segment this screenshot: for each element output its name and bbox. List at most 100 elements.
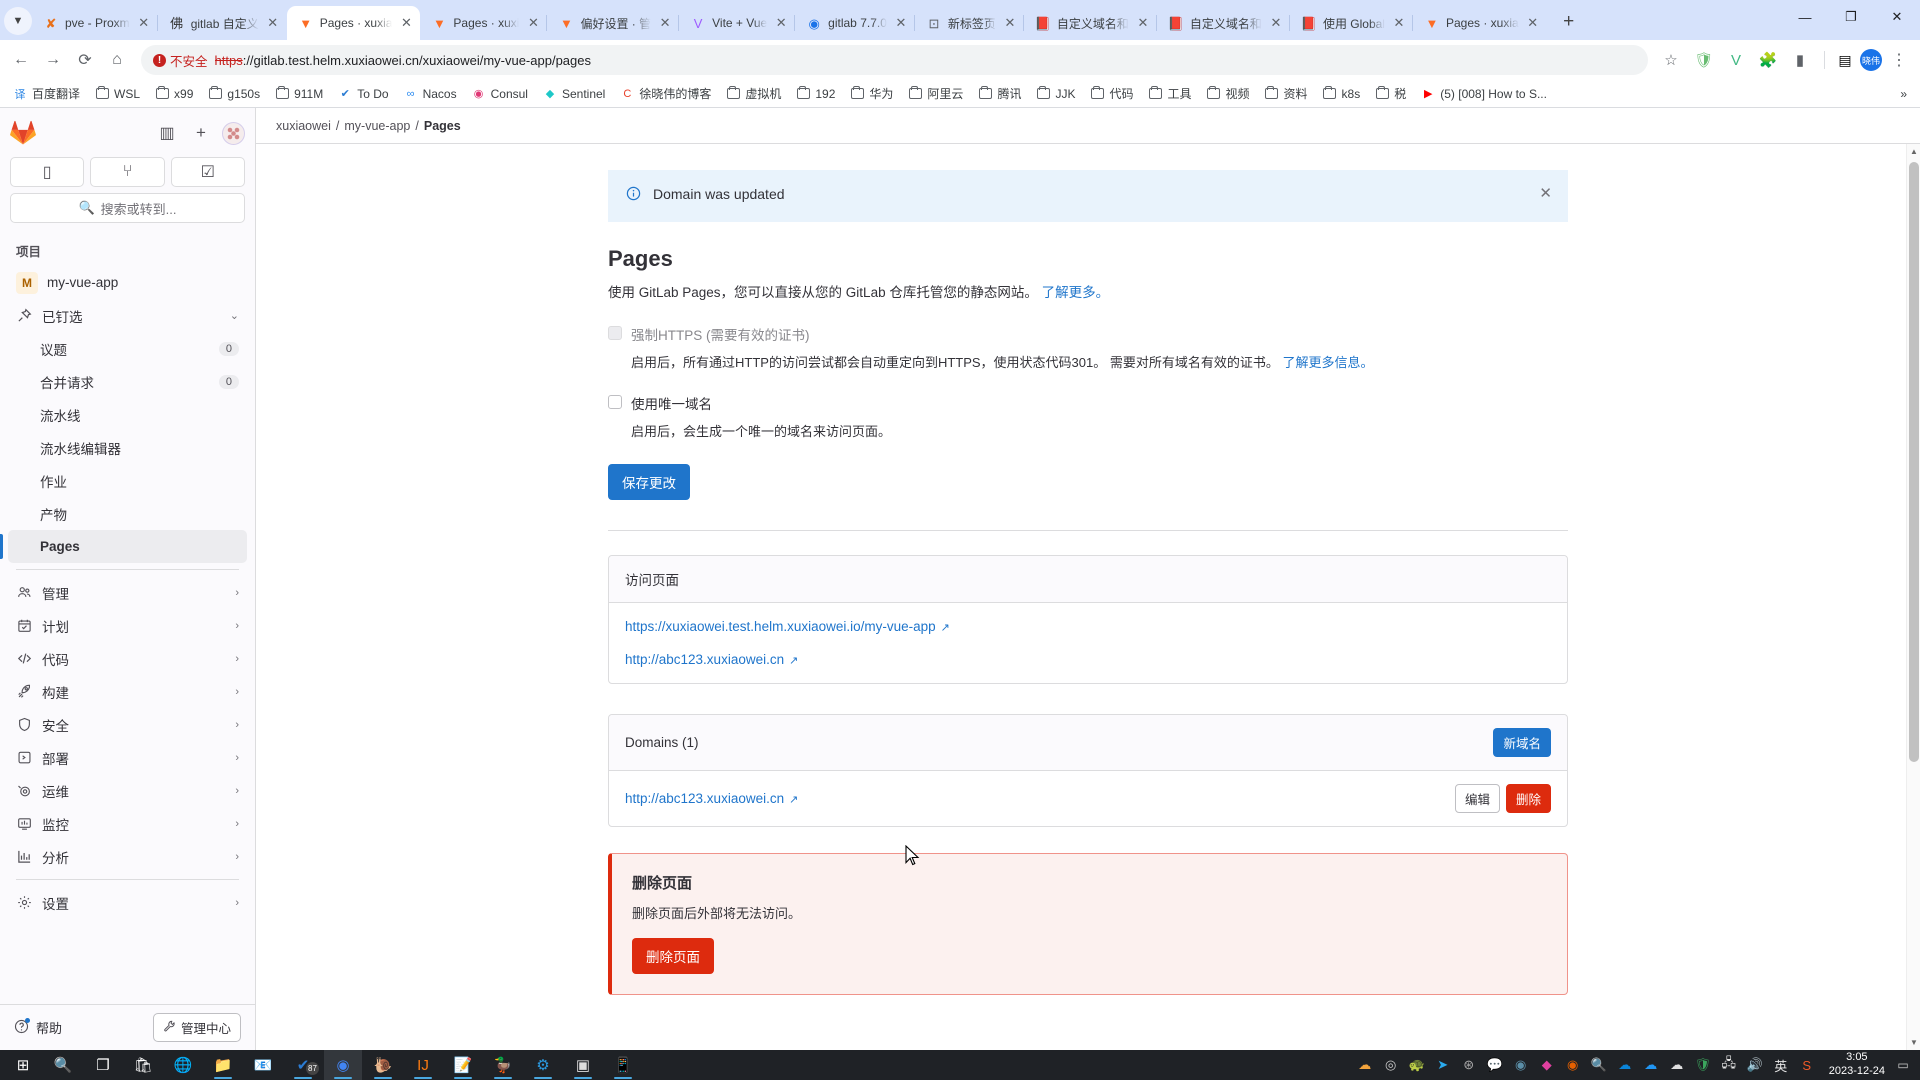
microsoft-store-icon[interactable]: 🛍: [124, 1050, 162, 1080]
sidebar-item-合并请求[interactable]: 合并请求0: [8, 365, 247, 398]
volume-icon[interactable]: 🔊: [1742, 1050, 1768, 1080]
maximize-button[interactable]: ❐: [1828, 0, 1874, 34]
new-domain-button[interactable]: 新域名: [1493, 728, 1551, 757]
bookmark-item[interactable]: 虚拟机: [719, 82, 788, 105]
browser-tab[interactable]: 佛gitlab 自定义✕: [158, 6, 287, 40]
sidebar-item-deploy[interactable]: 部署›: [8, 741, 247, 774]
adguard-shield-icon[interactable]: 🛡: [1691, 47, 1717, 73]
bookmark-item[interactable]: 资料: [1258, 82, 1315, 105]
browser-tab[interactable]: ✘pve - Proxm✕: [32, 6, 158, 40]
bookmark-item[interactable]: ▶(5) [008] How to S...: [1414, 84, 1554, 104]
browser-tab[interactable]: ▼偏好设置 · 管✕: [547, 6, 679, 40]
browser-tab[interactable]: 📕自定义域名和✕: [1024, 6, 1157, 40]
merge-requests-button[interactable]: ⑂: [90, 157, 164, 187]
sogou-input-icon[interactable]: S: [1794, 1050, 1820, 1080]
sidebar-item-产物[interactable]: 产物: [8, 497, 247, 530]
bookmark-item[interactable]: 代码: [1083, 82, 1140, 105]
navicat-icon[interactable]: 🦆: [484, 1050, 522, 1080]
page-scrollbar[interactable]: ▲ ▼: [1906, 144, 1920, 1050]
extensions-puzzle-icon[interactable]: 🧩: [1755, 47, 1781, 73]
force-https-checkbox[interactable]: [608, 326, 622, 340]
sidebar-item-shield[interactable]: 安全›: [8, 708, 247, 741]
file-explorer-icon[interactable]: 📁: [204, 1050, 242, 1080]
camera-icon[interactable]: ◎: [1378, 1050, 1404, 1080]
bookmark-item[interactable]: JJK: [1029, 84, 1082, 104]
search-icon[interactable]: 🔍: [44, 1050, 82, 1080]
learn-more-link[interactable]: 了解更多。: [1042, 285, 1110, 300]
bookmark-item[interactable]: 阿里云: [901, 82, 970, 105]
bookmark-item[interactable]: g150s: [201, 84, 267, 104]
bookmark-star-icon[interactable]: ☆: [1657, 46, 1685, 74]
not-secure-indicator[interactable]: ! 不安全: [153, 51, 208, 70]
telegram-icon[interactable]: ➤: [1430, 1050, 1456, 1080]
snail-icon[interactable]: 🐌: [364, 1050, 402, 1080]
bookmark-item[interactable]: ◆Sentinel: [536, 84, 612, 104]
create-new-icon[interactable]: +: [188, 120, 214, 146]
steam-icon[interactable]: ◉: [1508, 1050, 1534, 1080]
scroll-down-arrow[interactable]: ▼: [1910, 1038, 1918, 1047]
help-button[interactable]: 帮助: [14, 1018, 62, 1037]
browser-tab[interactable]: ⊡新标签页✕: [915, 6, 1024, 40]
editor-icon[interactable]: 📝: [444, 1050, 482, 1080]
browser-tab[interactable]: ▼Pages · xuxia✕: [287, 6, 421, 40]
tab-close-icon[interactable]: ✕: [893, 15, 909, 31]
everything-search-icon[interactable]: 🔍: [1586, 1050, 1612, 1080]
bookmark-item[interactable]: ∞Nacos: [397, 84, 464, 104]
sidebar-item-settings[interactable]: 设置 ›: [8, 886, 247, 919]
scroll-up-arrow[interactable]: ▲: [1910, 147, 1918, 156]
close-button[interactable]: ✕: [1874, 0, 1920, 34]
sidebar-item-rocket[interactable]: 构建›: [8, 675, 247, 708]
browser-tab[interactable]: ◉gitlab 7.7.0✕: [795, 6, 915, 40]
bookmark-item[interactable]: 工具: [1141, 82, 1198, 105]
bookmark-item[interactable]: x99: [148, 84, 200, 104]
bookmarks-overflow-button[interactable]: »: [1893, 84, 1914, 104]
bookmark-item[interactable]: ✔To Do: [331, 84, 395, 104]
sidebar-search-button[interactable]: 🔍 搜索或转到...: [10, 193, 245, 223]
intellij-idea-icon[interactable]: IJ: [404, 1050, 442, 1080]
ditto-icon[interactable]: ◆: [1534, 1050, 1560, 1080]
bookmark-item[interactable]: C徐晓伟的博客: [613, 82, 718, 105]
tab-close-icon[interactable]: ✕: [1135, 15, 1151, 31]
network-icon[interactable]: 🖧: [1716, 1050, 1742, 1080]
browser-tab[interactable]: 📕使用 Global✕: [1290, 6, 1413, 40]
sidebar-item-project[interactable]: M my-vue-app: [8, 266, 247, 299]
onedrive-blue-icon[interactable]: ☁: [1612, 1050, 1638, 1080]
edge-icon[interactable]: 🌐: [164, 1050, 202, 1080]
wechat-icon[interactable]: 💬: [1482, 1050, 1508, 1080]
onedrive-blue2-icon[interactable]: ☁: [1638, 1050, 1664, 1080]
bookmark-item[interactable]: 192: [789, 84, 842, 104]
tab-close-icon[interactable]: ✕: [265, 15, 281, 31]
onedrive-sync-icon[interactable]: ☁: [1352, 1050, 1378, 1080]
chrome-icon[interactable]: ◉: [324, 1050, 362, 1080]
bookmark-item[interactable]: k8s: [1316, 84, 1368, 104]
save-changes-button[interactable]: 保存更改: [608, 464, 690, 500]
vue-devtools-icon[interactable]: V: [1723, 47, 1749, 73]
todos-button[interactable]: ☑: [171, 157, 245, 187]
browser-tab[interactable]: VVite + Vue✕: [679, 6, 795, 40]
back-button[interactable]: ←: [6, 45, 36, 75]
onedrive-grey-icon[interactable]: ☁: [1664, 1050, 1690, 1080]
sidebar-item-流水线[interactable]: 流水线: [8, 398, 247, 431]
access-url-link[interactable]: https://xuxiaowei.test.helm.xuxiaowei.io…: [625, 619, 936, 634]
tab-close-icon[interactable]: ✕: [136, 15, 152, 31]
yy-icon[interactable]: ⊛: [1456, 1050, 1482, 1080]
issues-button[interactable]: ▯: [10, 157, 84, 187]
side-panel-icon[interactable]: ▮: [1787, 47, 1813, 73]
address-bar[interactable]: ! 不安全 https://gitlab.test.helm.xuxiaowei…: [141, 45, 1648, 75]
tab-close-icon[interactable]: ✕: [1525, 15, 1541, 31]
unique-domain-checkbox[interactable]: [608, 395, 622, 409]
sidebar-item-chart[interactable]: 分析›: [8, 840, 247, 873]
breadcrumb-group[interactable]: xuxiaowei: [276, 119, 331, 133]
tab-close-icon[interactable]: ✕: [1002, 15, 1018, 31]
breadcrumb-project[interactable]: my-vue-app: [344, 119, 410, 133]
bookmark-item[interactable]: 腾讯: [971, 82, 1028, 105]
todo-icon[interactable]: ✔87: [284, 1050, 322, 1080]
delete-domain-button[interactable]: 删除: [1506, 784, 1551, 813]
taskbar-clock[interactable]: 3:05 2023-12-24: [1821, 1051, 1893, 1079]
tab-close-icon[interactable]: ✕: [1268, 15, 1284, 31]
bookmark-item[interactable]: 税: [1368, 82, 1413, 105]
scrollbar-thumb[interactable]: [1909, 162, 1919, 762]
tab-close-icon[interactable]: ✕: [773, 15, 789, 31]
admin-center-button[interactable]: 管理中心: [153, 1013, 241, 1042]
reload-button[interactable]: ⟳: [70, 45, 100, 75]
